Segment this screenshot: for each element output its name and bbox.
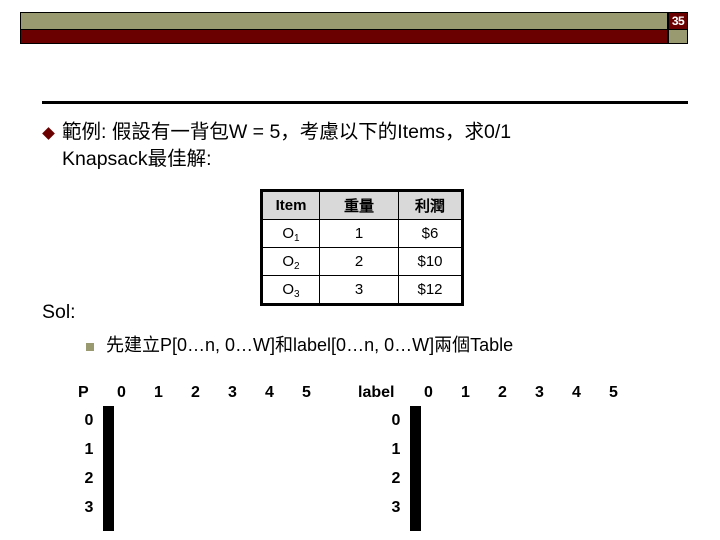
cell-item-profit: $12 <box>398 275 463 305</box>
grid-cell[interactable] <box>417 407 420 439</box>
cell-item-weight: 3 <box>319 275 399 305</box>
grid-row-headers: 0 1 2 3 <box>79 406 99 522</box>
column-header-weight: 重量 <box>319 190 399 220</box>
grid-column-header: 5 <box>609 384 618 401</box>
grid-row-header: 3 <box>391 499 401 516</box>
grid-cell[interactable] <box>110 468 113 499</box>
grid-corner-label-label: label <box>358 384 395 401</box>
item-subscript: 3 <box>294 289 300 300</box>
grid-row <box>104 407 113 439</box>
slide-banner: 35 <box>20 12 688 44</box>
bullet-item-example: 範例: 假設有一背包W = 5，考慮以下的Items，求0/1 Knapsack… <box>42 119 684 173</box>
grid-row <box>104 468 113 499</box>
cell-item-name: O3 <box>261 275 320 305</box>
table-row: O1 1 $6 <box>261 219 463 248</box>
bullet-item-example-label: 範例: 假設有一背包W = 5，考慮以下的Items，求0/1 Knapsack… <box>62 121 512 170</box>
bullet-item-build-tables: 先建立P[0…n, 0…W]和label[0…n, 0…W]兩個Table <box>86 333 686 358</box>
cell-item-name: O1 <box>261 219 320 248</box>
grid-row-header: 2 <box>84 470 94 487</box>
grid-corner-label-p: P <box>78 384 89 401</box>
grid-row-header: 1 <box>84 441 94 458</box>
column-header-item: Item <box>261 190 320 220</box>
grid-cell[interactable] <box>110 407 113 439</box>
grid-row-headers: 0 1 2 3 <box>386 406 406 522</box>
grid-column-header: 0 <box>117 384 126 401</box>
item-base: O <box>282 253 295 270</box>
banner-olive-band <box>20 12 668 30</box>
grid-column-header: 3 <box>228 384 237 401</box>
grid-row <box>411 498 420 530</box>
item-subscript: 1 <box>294 233 300 244</box>
grid-row-header: 0 <box>391 412 401 429</box>
grid-row <box>104 438 113 469</box>
table-header-row: Item 重量 利潤 <box>261 190 463 220</box>
page-number: 35 <box>668 12 688 30</box>
grid-row-header: 0 <box>84 412 94 429</box>
table-row: O3 3 $12 <box>261 275 463 305</box>
grid-row-header: 3 <box>84 499 94 516</box>
cell-item-profit: $6 <box>398 219 463 248</box>
item-base: O <box>282 225 295 242</box>
cell-item-weight: 1 <box>319 219 399 248</box>
grid-row-header: 2 <box>391 470 401 487</box>
item-base: O <box>282 281 295 298</box>
column-header-profit: 利潤 <box>398 190 463 220</box>
grid-cell[interactable] <box>110 498 113 530</box>
grid-cell[interactable] <box>110 438 113 469</box>
grid-column-header: 4 <box>572 384 581 401</box>
grid-column-header: 0 <box>424 384 433 401</box>
grid-cell[interactable] <box>417 468 420 499</box>
grid-body-p <box>103 406 114 531</box>
banner-corner-block <box>668 30 688 44</box>
grid-column-header: 3 <box>535 384 544 401</box>
grid-row <box>411 468 420 499</box>
grid-row <box>411 407 420 439</box>
grid-column-headers: 0 1 2 3 4 5 <box>103 384 325 402</box>
cell-item-weight: 2 <box>319 247 399 276</box>
square-bullet-icon <box>86 343 94 351</box>
grid-body-label <box>410 406 421 531</box>
grid-column-headers: 0 1 2 3 4 5 <box>410 384 632 402</box>
item-subscript: 2 <box>294 261 300 272</box>
grid-column-header: 2 <box>191 384 200 401</box>
grid-cell[interactable] <box>417 498 420 530</box>
grid-column-header: 2 <box>498 384 507 401</box>
grid-row-header: 1 <box>391 441 401 458</box>
grid-column-header: 4 <box>265 384 274 401</box>
grid-column-header: 1 <box>461 384 470 401</box>
grid-cell[interactable] <box>417 438 420 469</box>
grid-column-header: 5 <box>302 384 311 401</box>
grid-row <box>411 438 420 469</box>
banner-maroon-band <box>20 30 668 44</box>
solution-label: Sol: <box>42 301 76 323</box>
items-table: Item 重量 利潤 O1 1 $6 O2 2 $10 O3 3 $12 <box>260 189 464 306</box>
diamond-bullet-icon <box>42 127 55 140</box>
grid-row <box>104 498 113 530</box>
bullet-item-build-tables-label: 先建立P[0…n, 0…W]和label[0…n, 0…W]兩個Table <box>106 335 514 355</box>
table-row: O2 2 $10 <box>261 247 463 276</box>
cell-item-profit: $10 <box>398 247 463 276</box>
cell-item-name: O2 <box>261 247 320 276</box>
grid-column-header: 1 <box>154 384 163 401</box>
content-divider-rule <box>42 101 688 104</box>
